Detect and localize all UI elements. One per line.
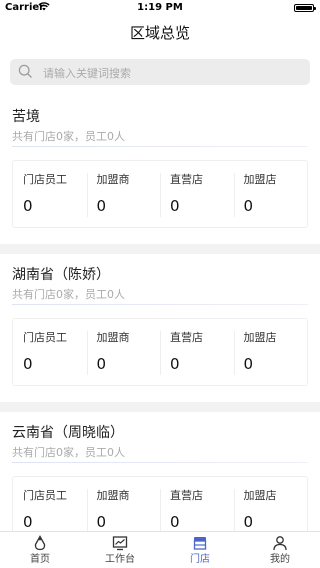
region-summary: 共有门店0家，员工0人 (12, 446, 125, 459)
stat-direct-stores: 直营店 0 (160, 319, 234, 385)
stat-store-staff: 门店员工 0 (13, 319, 87, 385)
stat-value: 0 (96, 197, 107, 215)
stat-value: 0 (96, 355, 107, 373)
region-stats: 门店员工 0 加盟商 0 直营店 0 加盟店 0 (12, 318, 308, 386)
region-card[interactable]: 湖南省（陈娇） 共有门店0家，员工0人 门店员工 0 加盟商 0 直营店 0 加盟店 0 (0, 254, 320, 402)
stat-store-staff: 门店员工 0 (13, 477, 87, 532)
stat-label: 直营店 (170, 489, 203, 502)
stat-value: 0 (170, 355, 180, 373)
stat-value: 0 (96, 513, 107, 531)
stat-label: 加盟商 (96, 489, 130, 502)
dashboard-icon (112, 536, 128, 551)
stat-franchisees: 加盟商 0 (86, 319, 161, 385)
tab-label: 工作台 (105, 554, 135, 565)
status-bar: Carrier 1:19 PM (0, 0, 320, 16)
stat-label: 加盟商 (96, 331, 130, 344)
battery-icon (294, 4, 316, 12)
page-title: 区域总览 (129, 24, 190, 42)
region-list[interactable]: 苦境 共有门店0家，员工0人 门店员工 0 加盟商 0 直营店 0 加盟店 0 湖南省（… (0, 96, 320, 532)
region-stats: 门店员工 0 加盟商 0 直营店 0 加盟店 0 (12, 476, 308, 532)
stat-value: 0 (170, 513, 180, 531)
tab-stores[interactable]: 门店 (160, 532, 240, 568)
region-card[interactable]: 云南省（周晓临） 共有门店0家，员工0人 门店员工 0 加盟商 0 直营店 0 加盟店… (0, 412, 320, 532)
divider (12, 462, 308, 463)
stat-label: 加盟店 (243, 173, 277, 186)
region-name: 苦境 (12, 109, 40, 125)
home-icon (34, 535, 46, 551)
region-name: 云南省（周晓临） (12, 425, 124, 441)
user-icon (273, 536, 287, 551)
stat-label: 加盟店 (243, 331, 277, 344)
stat-value: 0 (243, 355, 254, 373)
region-card[interactable]: 苦境 共有门店0家，员工0人 门店员工 0 加盟商 0 直营店 0 加盟店 0 (0, 96, 320, 244)
tab-bar: 首页 工作台 门店 我的 (0, 531, 320, 568)
search-input[interactable]: 请输入关键词搜索 (10, 59, 310, 85)
region-summary: 共有门店0家，员工0人 (12, 288, 125, 301)
stat-label: 加盟店 (243, 489, 277, 502)
stat-store-staff: 门店员工 0 (13, 161, 87, 227)
stat-franchise-stores: 加盟店 0 (233, 477, 308, 532)
region-summary: 共有门店0家，员工0人 (12, 130, 125, 143)
stat-franchisees: 加盟商 0 (86, 161, 161, 227)
tab-label: 首页 (30, 554, 50, 565)
store-icon (193, 537, 207, 550)
tab-label: 我的 (270, 554, 290, 565)
stat-value: 0 (243, 513, 254, 531)
stat-label: 门店员工 (23, 331, 67, 344)
search-section: 请输入关键词搜索 (0, 48, 320, 96)
tab-profile[interactable]: 我的 (240, 532, 320, 568)
stat-franchise-stores: 加盟店 0 (233, 161, 308, 227)
stat-label: 直营店 (170, 331, 203, 344)
stat-value: 0 (170, 197, 180, 215)
stat-label: 门店员工 (23, 489, 67, 502)
stat-label: 直营店 (170, 173, 203, 186)
search-icon (18, 64, 33, 79)
region-stats: 门店员工 0 加盟商 0 直营店 0 加盟店 0 (12, 160, 308, 228)
stat-value: 0 (243, 197, 254, 215)
stat-direct-stores: 直营店 0 (160, 161, 234, 227)
clock: 1:19 PM (137, 2, 183, 13)
stat-label: 门店员工 (23, 173, 67, 186)
stat-direct-stores: 直营店 0 (160, 477, 234, 532)
tab-label: 门店 (190, 554, 210, 565)
navigation-bar: 区域总览 (0, 16, 320, 48)
stat-franchise-stores: 加盟店 0 (233, 319, 308, 385)
stat-label: 加盟商 (96, 173, 130, 186)
tab-home[interactable]: 首页 (0, 532, 80, 568)
stat-value: 0 (23, 513, 33, 531)
stat-value: 0 (23, 355, 33, 373)
tab-workbench[interactable]: 工作台 (80, 532, 160, 568)
stat-franchisees: 加盟商 0 (86, 477, 161, 532)
search-placeholder: 请输入关键词搜索 (43, 67, 131, 80)
stat-value: 0 (23, 197, 33, 215)
region-name: 湖南省（陈娇） (12, 267, 110, 283)
divider (12, 146, 308, 147)
divider (12, 304, 308, 305)
